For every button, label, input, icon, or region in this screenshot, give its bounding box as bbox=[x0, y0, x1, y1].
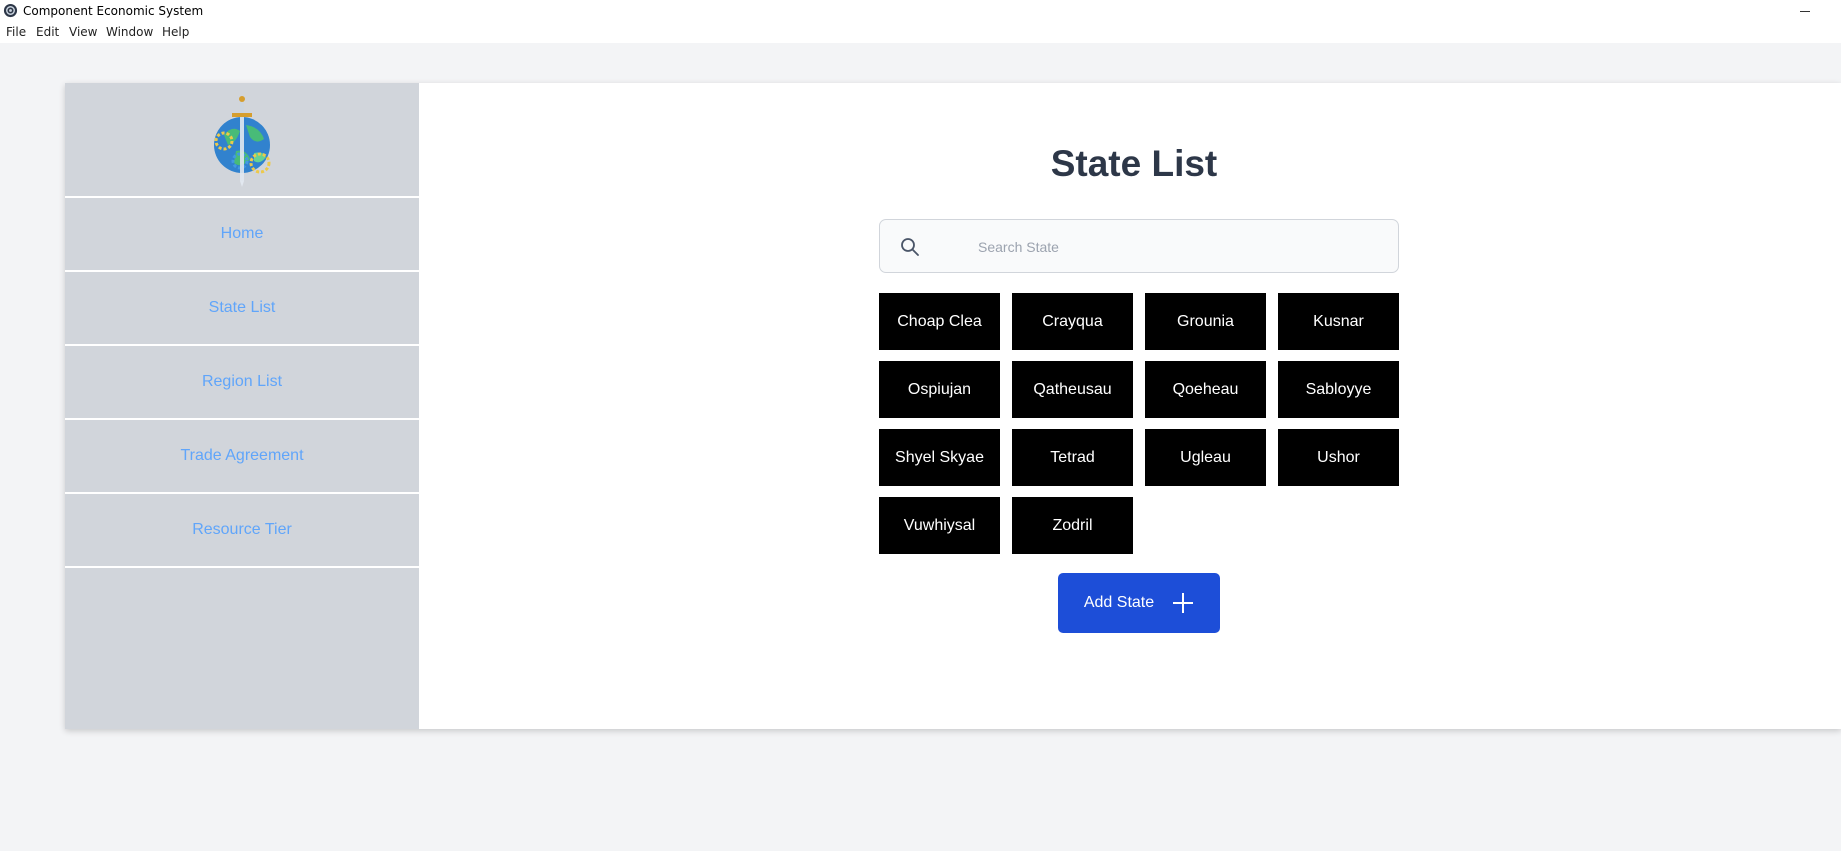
add-state-button[interactable]: Add State bbox=[1058, 573, 1220, 633]
menu-file[interactable]: File bbox=[6, 25, 26, 39]
state-button[interactable]: Kusnar bbox=[1278, 293, 1399, 350]
search-input[interactable] bbox=[976, 230, 1380, 264]
menu-bar: File Edit View Window Help bbox=[0, 22, 1841, 43]
menu-view[interactable]: View bbox=[69, 25, 97, 39]
window-title: Component Economic System bbox=[23, 4, 204, 18]
add-state-label: Add State bbox=[1083, 594, 1155, 611]
page-title: State List bbox=[1050, 143, 1218, 184]
state-button[interactable]: Crayqua bbox=[1012, 293, 1133, 350]
state-button[interactable]: Ospiujan bbox=[879, 361, 1000, 418]
state-button[interactable]: Choap Clea bbox=[879, 293, 1000, 350]
globe-sword-gears-logo bbox=[214, 96, 271, 187]
app-frame: Home State List Region List Trade Agreem… bbox=[65, 83, 1841, 729]
state-button[interactable]: Ugleau bbox=[1145, 429, 1266, 486]
gear-globe-icon bbox=[3, 3, 18, 18]
minimize-button[interactable] bbox=[1796, 2, 1814, 20]
state-button[interactable]: Vuwhiysal bbox=[879, 497, 1000, 554]
state-button[interactable]: Zodril bbox=[1012, 497, 1133, 554]
state-button[interactable]: Sabloyye bbox=[1278, 361, 1399, 418]
state-button[interactable]: Qatheusau bbox=[1012, 361, 1133, 418]
sidebar: Home State List Region List Trade Agreem… bbox=[65, 83, 419, 729]
state-button[interactable]: Ushor bbox=[1278, 429, 1399, 486]
sidebar-item-trade-agreement[interactable]: Trade Agreement bbox=[65, 420, 419, 494]
state-grid: Choap Clea Crayqua Grounia Kusnar Ospiujan Qa… bbox=[879, 293, 1401, 554]
state-button[interactable]: Grounia bbox=[1145, 293, 1266, 350]
search-bar[interactable] bbox=[879, 219, 1399, 273]
sidebar-item-region-list[interactable]: Region List bbox=[65, 346, 419, 420]
state-button[interactable]: Shyel Skyae bbox=[879, 429, 1000, 486]
sidebar-item-home[interactable]: Home bbox=[65, 198, 419, 272]
state-button[interactable]: Tetrad bbox=[1012, 429, 1133, 486]
menu-edit[interactable]: Edit bbox=[36, 25, 59, 39]
search-icon bbox=[901, 238, 919, 256]
state-button[interactable]: Qoeheau bbox=[1145, 361, 1266, 418]
logo-cell bbox=[65, 83, 419, 198]
menu-help[interactable]: Help bbox=[162, 25, 189, 39]
title-bar: Component Economic System bbox=[0, 0, 1841, 22]
plus-icon bbox=[1172, 592, 1194, 614]
sidebar-item-resource-tier[interactable]: Resource Tier bbox=[65, 494, 419, 568]
menu-window[interactable]: Window bbox=[106, 25, 153, 39]
sidebar-item-state-list[interactable]: State List bbox=[65, 272, 419, 346]
